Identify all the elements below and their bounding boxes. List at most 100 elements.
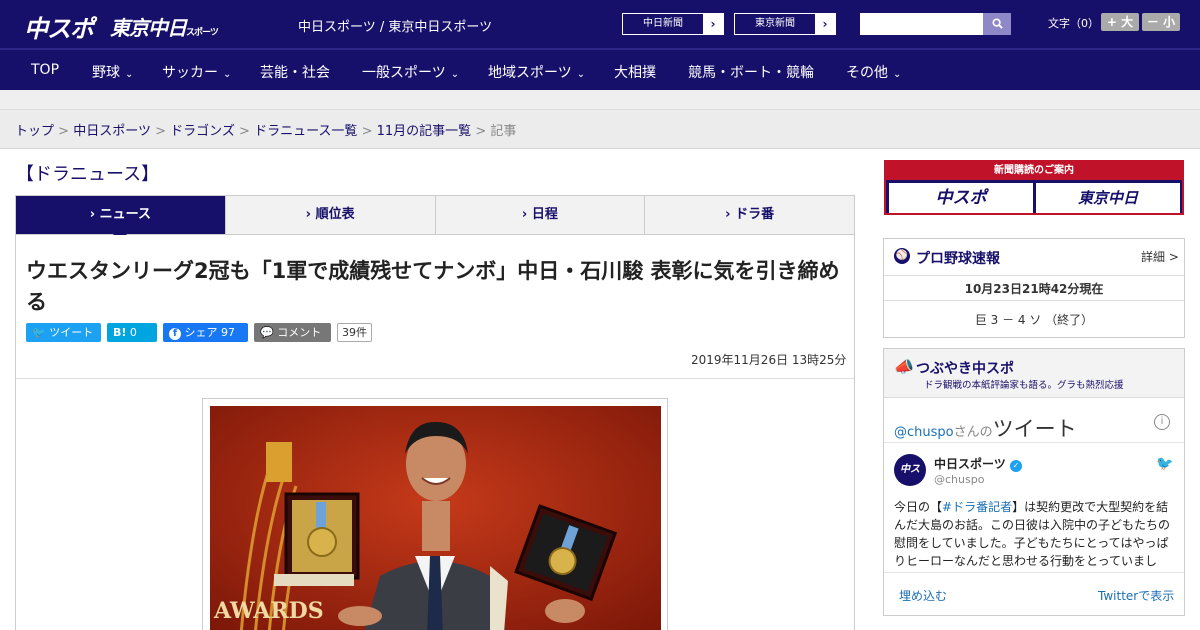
breadcrumb-link[interactable]: ドラニュース一覧 <box>254 124 357 139</box>
nav-label: 芸能・社会 <box>260 65 330 81</box>
comment-label: コメント <box>277 326 322 339</box>
facebook-icon: f <box>169 328 181 340</box>
font-size-label: 文字（0） <box>1048 17 1099 30</box>
nav-item-entertainment[interactable]: 芸能・社会 <box>260 62 330 82</box>
breadcrumb-current: 記事 <box>490 124 517 139</box>
scores-detail-link[interactable]: 詳細 > <box>1141 248 1179 265</box>
search-input[interactable] <box>860 13 983 35</box>
ext-link-label: 中日新聞 <box>623 14 703 34</box>
tab-standings[interactable]: › 順位表 <box>226 196 436 234</box>
tweets-panel: 📣 つぶやき中スポ ドラ観戦の本紙評論家も語る。グラも熱烈応援 @chuspoさ… <box>883 348 1185 616</box>
divider <box>884 442 1184 443</box>
font-bigger-button[interactable]: + 大 <box>1101 13 1139 31</box>
nav-label: TOP <box>31 62 60 78</box>
article-photo-frame: AWARDS <box>202 398 668 630</box>
chevron-down-icon: ⌄ <box>893 69 902 80</box>
top-bar: 中スポ 東京中日スポーツ 中日スポーツ / 東京中日スポーツ 中日新聞 › 東京… <box>0 0 1200 48</box>
chevron-right-icon: › <box>710 17 716 31</box>
divider <box>16 378 854 379</box>
nav-label: その他 <box>846 65 888 81</box>
twitter-icon: 🐦 <box>32 326 46 339</box>
award-ceremony-photo: AWARDS <box>210 406 661 630</box>
avatar[interactable]: 中ス <box>894 454 926 486</box>
breadcrumb: トップ > 中日スポーツ > ドラゴンズ > ドラニュース一覧 > 11月の記事… <box>15 120 516 139</box>
account-name-text: 中日スポーツ <box>934 457 1006 471</box>
search-box <box>860 13 1011 35</box>
tweet-text: 今日の【#ドラ番記者】は契約更改で大型契約を結んだ大島のお話。この日彼は入院中の… <box>894 498 1176 570</box>
tweets-subtitle: ドラ観戦の本紙評論家も語る。グラも熱烈応援 <box>924 380 1124 391</box>
verified-icon: ✓ <box>1009 460 1022 472</box>
hatena-button[interactable]: B! 0 <box>107 323 157 342</box>
facebook-share-button[interactable]: f シェア 97 <box>163 323 248 342</box>
tab-news[interactable]: › ニュース <box>16 196 226 241</box>
nav-item-top[interactable]: TOP <box>31 62 59 78</box>
section-title: 【ドラニュース】 <box>16 164 160 185</box>
chevron-down-icon: ⌄ <box>223 69 232 80</box>
nav-label: 競馬・ボート・競輪 <box>688 65 814 81</box>
nav-item-sumo[interactable]: 大相撲 <box>614 62 656 82</box>
tab-dora-ban[interactable]: › ドラ番 <box>645 196 854 234</box>
chunichi-shimbun-link[interactable]: 中日新聞 › <box>622 13 724 35</box>
share-label: シェア <box>184 326 218 339</box>
nav-label: 大相撲 <box>614 65 656 81</box>
tab-label: ニュース <box>99 207 151 222</box>
account-handle[interactable]: @chuspo <box>934 473 984 486</box>
breadcrumb-separator: > <box>155 124 166 139</box>
breadcrumb-separator: > <box>475 124 487 139</box>
baseball-scores-panel: ⚾ プロ野球速報 詳細 > 10月23日21時42分現在 巨 3 － 4 ソ （… <box>883 238 1185 338</box>
tab-schedule[interactable]: › 日程 <box>436 196 646 234</box>
chuspo-subscribe-button[interactable]: 中スポ <box>889 183 1033 213</box>
nav-item-other[interactable]: その他 ⌄ <box>846 62 901 82</box>
twitter-handle-link[interactable]: @chuspo <box>894 425 954 440</box>
nav-label: サッカー <box>162 65 218 81</box>
megaphone-icon: 📣 <box>894 357 914 376</box>
tokyo-chunichi-subscribe-button[interactable]: 東京中日 <box>1036 183 1180 213</box>
breadcrumb-link[interactable]: 中日スポーツ <box>73 124 151 139</box>
nav-item-general-sports[interactable]: 一般スポーツ ⌄ <box>362 62 459 82</box>
chevron-right-icon: › <box>822 17 828 31</box>
nav-label: 地域スポーツ <box>488 65 572 81</box>
account-name[interactable]: 中日スポーツ ✓ <box>934 455 1022 472</box>
site-name: 中日スポーツ / 東京中日スポーツ <box>298 20 493 35</box>
breadcrumb-separator: > <box>239 124 250 139</box>
subscription-header: 新聞購読のご案内 <box>886 162 1182 180</box>
nav-item-local-sports[interactable]: 地域スポーツ ⌄ <box>488 62 585 82</box>
embed-link[interactable]: 埋め込む <box>899 587 947 604</box>
subscription-banner[interactable]: 新聞購読のご案内 中スポ 東京中日 <box>884 160 1184 215</box>
breadcrumb-link[interactable]: ドラゴンズ <box>170 124 235 139</box>
article-headline: ウエスタンリーグ2冠も「1軍で成績残せてナンボ」中日・石川駿 表彰に気を引き締め… <box>26 259 840 314</box>
game-result[interactable]: 巨 3 － 4 ソ （終了） <box>884 311 1184 328</box>
tweet-hashtag-link[interactable]: #ドラ番記者 <box>942 500 1012 514</box>
tokyo-shimbun-link[interactable]: 東京新聞 › <box>734 13 836 35</box>
chevron-down-icon: ⌄ <box>576 69 586 80</box>
section-tabs: › ニュース › 順位表 › 日程 › ドラ番 <box>15 195 855 241</box>
info-icon[interactable]: i <box>1154 414 1170 430</box>
comment-count[interactable]: 39件 <box>337 323 372 342</box>
search-button[interactable] <box>983 13 1011 35</box>
view-on-twitter-link[interactable]: Twitterで表示 <box>1098 587 1174 604</box>
tab-label: 日程 <box>531 207 558 222</box>
breadcrumb-separator: > <box>58 124 70 139</box>
tweets-title: つぶやき中スポ <box>916 361 1014 377</box>
breadcrumb-link[interactable]: 11月の記事一覧 <box>377 124 472 139</box>
tab-label: ドラ番 <box>735 207 775 222</box>
chevron-down-icon: ⌄ <box>125 69 134 80</box>
nav-item-soccer[interactable]: サッカー ⌄ <box>162 62 231 82</box>
chevron-right-icon: › <box>89 207 96 222</box>
nav-item-racing[interactable]: 競馬・ボート・競輪 <box>688 62 814 82</box>
twitter-bird-icon[interactable]: 🐦 <box>1156 456 1173 472</box>
ext-link-label: 東京新聞 <box>735 14 815 34</box>
photo-awards-text: AWARDS <box>213 598 324 624</box>
comment-button[interactable]: 💬 コメント <box>254 323 331 342</box>
chuspo-logo[interactable]: 中スポ <box>24 9 94 44</box>
tweets-heading: ツイート <box>992 417 1077 441</box>
nav-item-baseball[interactable]: 野球 ⌄ <box>92 62 133 82</box>
tokyo-chunichi-logo[interactable]: 東京中日スポーツ <box>110 12 219 41</box>
main-nav: TOP 野球 ⌄ サッカー ⌄ 芸能・社会 一般スポーツ ⌄ 地域スポーツ ⌄ 大相撲 … <box>0 48 1200 90</box>
tweet-text-part: 今日の【 <box>894 500 943 514</box>
article-photo[interactable]: AWARDS <box>210 406 661 630</box>
font-smaller-button[interactable]: － 小 <box>1142 13 1180 31</box>
tweet-button[interactable]: 🐦 ツイート <box>26 323 101 342</box>
divider <box>884 275 1184 276</box>
breadcrumb-link[interactable]: トップ <box>15 124 54 139</box>
